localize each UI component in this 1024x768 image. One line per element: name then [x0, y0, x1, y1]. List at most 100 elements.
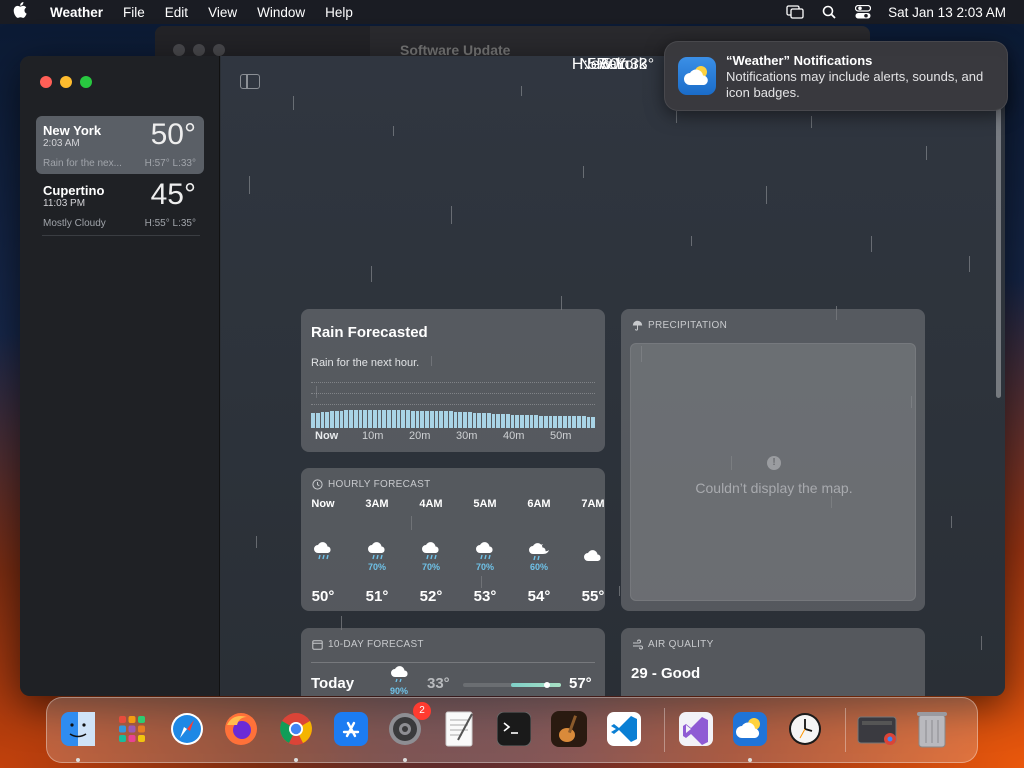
menu-view[interactable]: View [198, 5, 247, 20]
rain-intensity-bar [534, 415, 538, 428]
rain-intensity-bar [420, 410, 424, 428]
system-settings-icon[interactable]: 2 [383, 702, 431, 751]
hourly-time: 3AM [365, 498, 389, 510]
rain-streak [561, 296, 562, 310]
rain-intensity-bar [553, 416, 557, 428]
location-divider [42, 235, 200, 236]
menu-window[interactable]: Window [247, 5, 315, 20]
menu-help[interactable]: Help [315, 5, 363, 20]
clock-icon[interactable] [783, 707, 827, 751]
rain-streak [969, 256, 970, 272]
spotlight-search-icon[interactable] [812, 5, 846, 19]
dock: 2 [46, 697, 978, 763]
rain-intensity-bar [467, 412, 472, 428]
trash-icon[interactable] [910, 707, 954, 751]
rain-gridline [311, 382, 595, 383]
rain-forecast-card[interactable]: Rain Forecasted Rain for the next hour. … [301, 309, 605, 452]
hourly-forecast-card[interactable]: HOURLY FORECAST Now 50° 3AM 70% 51° 4AM 70% 52°… [301, 468, 605, 611]
zoom-button[interactable] [80, 76, 92, 88]
notification-banner[interactable]: “Weather” Notifications Notifications ma… [664, 41, 1008, 111]
hourly-time: 5AM [473, 498, 497, 510]
apple-menu-icon[interactable] [0, 2, 40, 22]
rain-streak [926, 146, 927, 160]
launchpad-icon[interactable] [110, 707, 154, 751]
rain-intensity-bar [515, 414, 519, 428]
rain-intensity-bar [311, 413, 315, 428]
map-error-message: Couldn’t display the map. [695, 480, 853, 496]
safari-icon[interactable] [165, 707, 209, 751]
close-button[interactable] [40, 76, 52, 88]
rain-intensity-bar [477, 412, 481, 428]
rain-streak [676, 111, 677, 123]
rain-intensity-bar [434, 411, 439, 428]
rain-intensity-bar [529, 415, 534, 428]
window-thumbnail-icon[interactable] [855, 707, 899, 751]
menu-edit[interactable]: Edit [155, 5, 198, 20]
firefox-icon[interactable] [219, 707, 263, 751]
cloud-rain-icon [357, 522, 397, 562]
dock-separator [664, 708, 665, 752]
cloud-rain-icon [465, 522, 505, 562]
location-city: New York [43, 123, 102, 138]
day-temp-range-fill [511, 683, 561, 687]
running-indicator [403, 758, 407, 762]
hourly-item: Now 50° [303, 498, 343, 605]
rain-streak [256, 536, 257, 548]
ten-day-divider [311, 662, 595, 663]
running-indicator [76, 758, 80, 762]
rain-intensity-bar [358, 410, 363, 428]
hourly-time: 4AM [419, 498, 443, 510]
cloud-rain-icon [389, 666, 411, 687]
weather-icon[interactable] [728, 707, 772, 751]
air-quality-header: AIR QUALITY [632, 639, 714, 650]
rain-intensity-bar [453, 411, 458, 428]
day-high-temp: 57° [569, 675, 592, 692]
vscode-icon[interactable] [602, 707, 646, 751]
screen-mirroring-icon[interactable] [778, 5, 812, 19]
vertical-scrollbar[interactable] [996, 108, 1001, 398]
textedit-icon[interactable] [438, 707, 482, 751]
rain-forecast-title: Rain Forecasted [311, 324, 428, 341]
map-error: ! Couldn’t display the map. [631, 452, 917, 496]
menubar-clock[interactable]: Sat Jan 13 2:03 AM [880, 5, 1024, 20]
control-center-icon[interactable] [846, 5, 880, 19]
menu-app-name[interactable]: Weather [40, 5, 113, 20]
location-card-cupertino[interactable]: Cupertino 11:03 PM 45° Mostly Cloudy H:5… [36, 176, 204, 234]
notification-body: Notifications may include alerts, sounds… [726, 69, 984, 100]
sidebar-toggle-icon[interactable] [240, 74, 260, 89]
rain-streak [951, 516, 952, 528]
finder-icon[interactable] [56, 707, 100, 751]
rain-forecast-subtitle: Rain for the next hour. [311, 357, 420, 369]
chrome-icon[interactable] [274, 707, 318, 751]
garageband-icon[interactable] [547, 707, 591, 751]
window-controls [40, 76, 92, 88]
rain-intensity-bar [339, 410, 344, 428]
weather-main: New York 50° Rain H:57° L:33° Rain Forec… [221, 56, 1005, 696]
rain-intensity-bar [391, 410, 396, 428]
notification-badge: 2 [413, 702, 431, 720]
hourly-precip-chance [303, 562, 343, 574]
rain-intensity-bar [558, 416, 562, 428]
air-quality-card[interactable]: AIR QUALITY 29 - Good [621, 628, 925, 696]
rain-intensity-bar [543, 415, 548, 428]
visual-studio-icon[interactable] [674, 707, 718, 751]
ten-day-row-today[interactable]: Today 90% 33° 57° [311, 666, 595, 696]
rain-intensity-bar [363, 410, 367, 428]
location-temp: 50° [150, 118, 196, 151]
ten-day-forecast-card[interactable]: 10-DAY FORECAST Today 90% 33° 57° [301, 628, 605, 696]
current-temp-marker [544, 682, 550, 688]
location-card-new-york[interactable]: New York 2:03 AM 50° Rain for the nex...… [36, 116, 204, 174]
precipitation-map[interactable]: ! Couldn’t display the map. [630, 343, 916, 601]
hourly-precip-chance [573, 562, 605, 574]
rain-intensity-bar [520, 414, 524, 428]
hourly-time: 6AM [527, 498, 551, 510]
terminal-icon[interactable] [492, 707, 536, 751]
app-store-icon[interactable] [329, 707, 373, 751]
minimize-button[interactable] [60, 76, 72, 88]
menu-file[interactable]: File [113, 5, 155, 20]
precipitation-card[interactable]: PRECIPITATION ! Couldn’t display the map… [621, 309, 925, 611]
rain-intensity-bar [315, 412, 320, 428]
moon-cloud-rain-icon [519, 522, 559, 562]
hourly-item: 5AM 70% 53° [465, 498, 505, 605]
rain-streak [583, 166, 584, 178]
